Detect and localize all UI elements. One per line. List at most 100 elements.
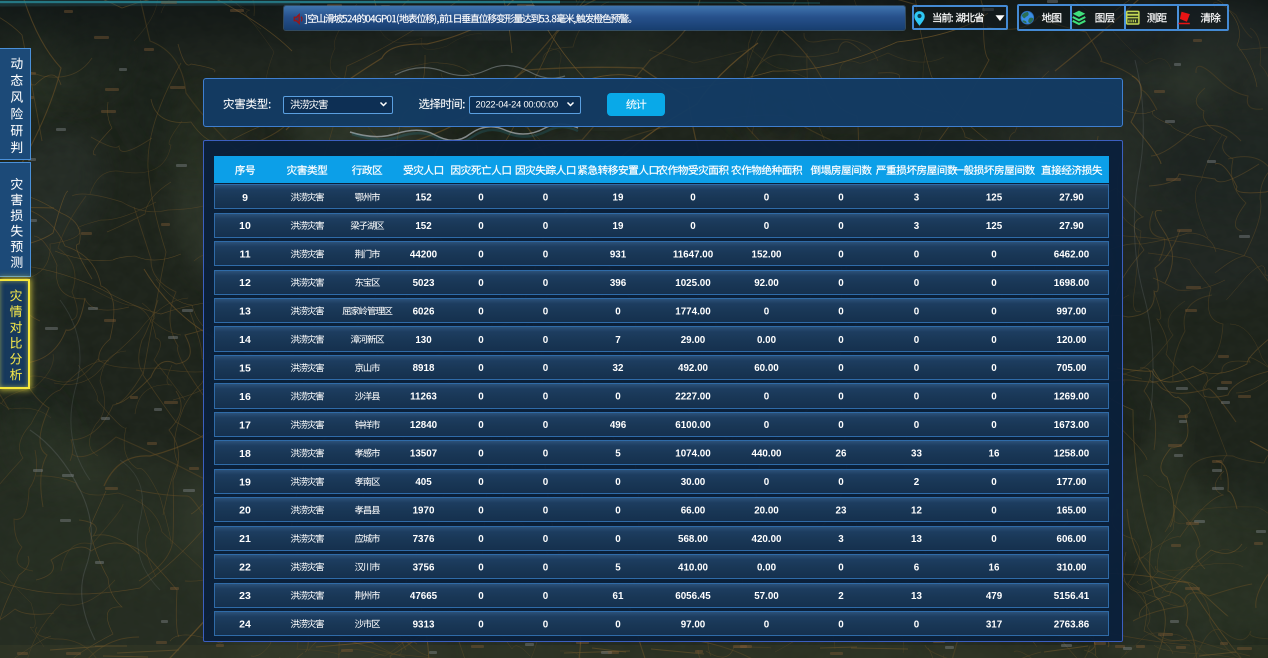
svg-text:396: 396 <box>610 278 627 289</box>
svg-text:17: 17 <box>239 419 251 431</box>
svg-text:0: 0 <box>991 249 997 260</box>
svg-text:0: 0 <box>478 278 484 289</box>
svg-text:0: 0 <box>914 392 920 403</box>
svg-text:606.00: 606.00 <box>1057 534 1088 545</box>
svg-text:0: 0 <box>838 249 844 260</box>
svg-text:0: 0 <box>478 392 484 403</box>
svg-text:9: 9 <box>242 192 248 204</box>
svg-text:0: 0 <box>543 562 549 573</box>
svg-text:0: 0 <box>991 534 997 545</box>
svg-text:66.00: 66.00 <box>681 506 706 517</box>
svg-text:0: 0 <box>838 306 844 317</box>
svg-text:1025.00: 1025.00 <box>675 278 711 289</box>
svg-text:0: 0 <box>478 306 484 317</box>
svg-text:0: 0 <box>543 619 549 630</box>
svg-text:15: 15 <box>239 363 251 375</box>
svg-text:0: 0 <box>543 249 549 260</box>
svg-text:0: 0 <box>543 506 549 517</box>
svg-text:997.00: 997.00 <box>1057 306 1088 317</box>
svg-text:14: 14 <box>239 334 251 346</box>
svg-text:0: 0 <box>690 193 696 204</box>
svg-text:1774.00: 1774.00 <box>675 306 711 317</box>
svg-text:11263: 11263 <box>410 392 437 403</box>
svg-text:0: 0 <box>543 392 549 403</box>
svg-text:0: 0 <box>991 420 997 431</box>
svg-text:9313: 9313 <box>413 619 435 630</box>
svg-text:6056.45: 6056.45 <box>675 591 711 602</box>
svg-text:1269.00: 1269.00 <box>1054 392 1090 403</box>
svg-text:0: 0 <box>838 392 844 403</box>
svg-text:479: 479 <box>986 591 1003 602</box>
svg-text:60.00: 60.00 <box>754 363 779 374</box>
svg-text:0: 0 <box>764 619 770 630</box>
svg-text:0: 0 <box>764 392 770 403</box>
svg-text:0.00: 0.00 <box>757 335 777 346</box>
svg-text:3: 3 <box>914 193 920 204</box>
svg-text:32: 32 <box>613 363 624 374</box>
svg-text:47665: 47665 <box>410 591 438 602</box>
svg-text:0: 0 <box>764 420 770 431</box>
svg-text:44200: 44200 <box>410 249 438 260</box>
svg-text:0: 0 <box>478 562 484 573</box>
svg-text:33: 33 <box>911 449 922 460</box>
svg-text:0: 0 <box>991 278 997 289</box>
svg-text:0: 0 <box>914 335 920 346</box>
svg-text:0: 0 <box>764 221 770 232</box>
svg-text:12840: 12840 <box>410 420 438 431</box>
svg-text:2763.86: 2763.86 <box>1054 619 1090 630</box>
svg-text:6462.00: 6462.00 <box>1054 249 1090 260</box>
svg-text:0: 0 <box>543 221 549 232</box>
svg-text:0: 0 <box>838 278 844 289</box>
svg-text:0: 0 <box>991 506 997 517</box>
svg-text:0: 0 <box>478 335 484 346</box>
svg-text:0: 0 <box>914 306 920 317</box>
svg-text:12: 12 <box>911 506 922 517</box>
svg-text:0: 0 <box>838 193 844 204</box>
svg-text:23: 23 <box>836 506 847 517</box>
svg-text:19: 19 <box>239 476 251 488</box>
svg-text:931: 931 <box>610 249 627 260</box>
svg-text:21: 21 <box>239 533 251 545</box>
svg-text:440.00: 440.00 <box>752 449 783 460</box>
svg-text:0: 0 <box>543 591 549 602</box>
svg-text:19: 19 <box>613 193 624 204</box>
svg-text:97.00: 97.00 <box>681 619 706 630</box>
svg-text:26: 26 <box>836 449 847 460</box>
svg-text:22: 22 <box>239 562 251 574</box>
svg-text:13: 13 <box>911 534 922 545</box>
svg-text:0: 0 <box>543 449 549 460</box>
svg-text:57.00: 57.00 <box>754 591 779 602</box>
svg-text:0: 0 <box>838 562 844 573</box>
svg-text:5023: 5023 <box>413 278 435 289</box>
svg-text:0: 0 <box>478 420 484 431</box>
svg-text:0: 0 <box>838 363 844 374</box>
svg-text:11647.00: 11647.00 <box>673 249 714 260</box>
svg-text:5: 5 <box>615 449 621 460</box>
svg-text:6026: 6026 <box>413 306 435 317</box>
svg-text:0: 0 <box>764 193 770 204</box>
svg-text:27.90: 27.90 <box>1059 193 1084 204</box>
svg-text:0: 0 <box>991 363 997 374</box>
svg-text:12: 12 <box>239 277 251 289</box>
svg-text:705.00: 705.00 <box>1057 363 1088 374</box>
svg-text:1970: 1970 <box>413 506 435 517</box>
svg-text:0.00: 0.00 <box>757 562 777 573</box>
svg-text:3: 3 <box>838 534 844 545</box>
svg-text:496: 496 <box>610 420 627 431</box>
svg-text:18: 18 <box>239 448 251 460</box>
svg-text:6100.00: 6100.00 <box>675 420 711 431</box>
svg-text:152: 152 <box>415 193 432 204</box>
svg-text:30.00: 30.00 <box>681 477 706 488</box>
svg-text:61: 61 <box>613 591 624 602</box>
svg-text:410.00: 410.00 <box>678 562 709 573</box>
svg-text:13: 13 <box>911 591 922 602</box>
svg-text:0: 0 <box>991 477 997 488</box>
svg-text:0: 0 <box>615 477 621 488</box>
svg-text:0: 0 <box>914 249 920 260</box>
svg-text:0: 0 <box>914 619 920 630</box>
svg-text:0: 0 <box>838 477 844 488</box>
svg-text:7376: 7376 <box>413 534 435 545</box>
svg-text:0: 0 <box>838 619 844 630</box>
svg-text:0: 0 <box>615 306 621 317</box>
svg-text:3: 3 <box>914 221 920 232</box>
